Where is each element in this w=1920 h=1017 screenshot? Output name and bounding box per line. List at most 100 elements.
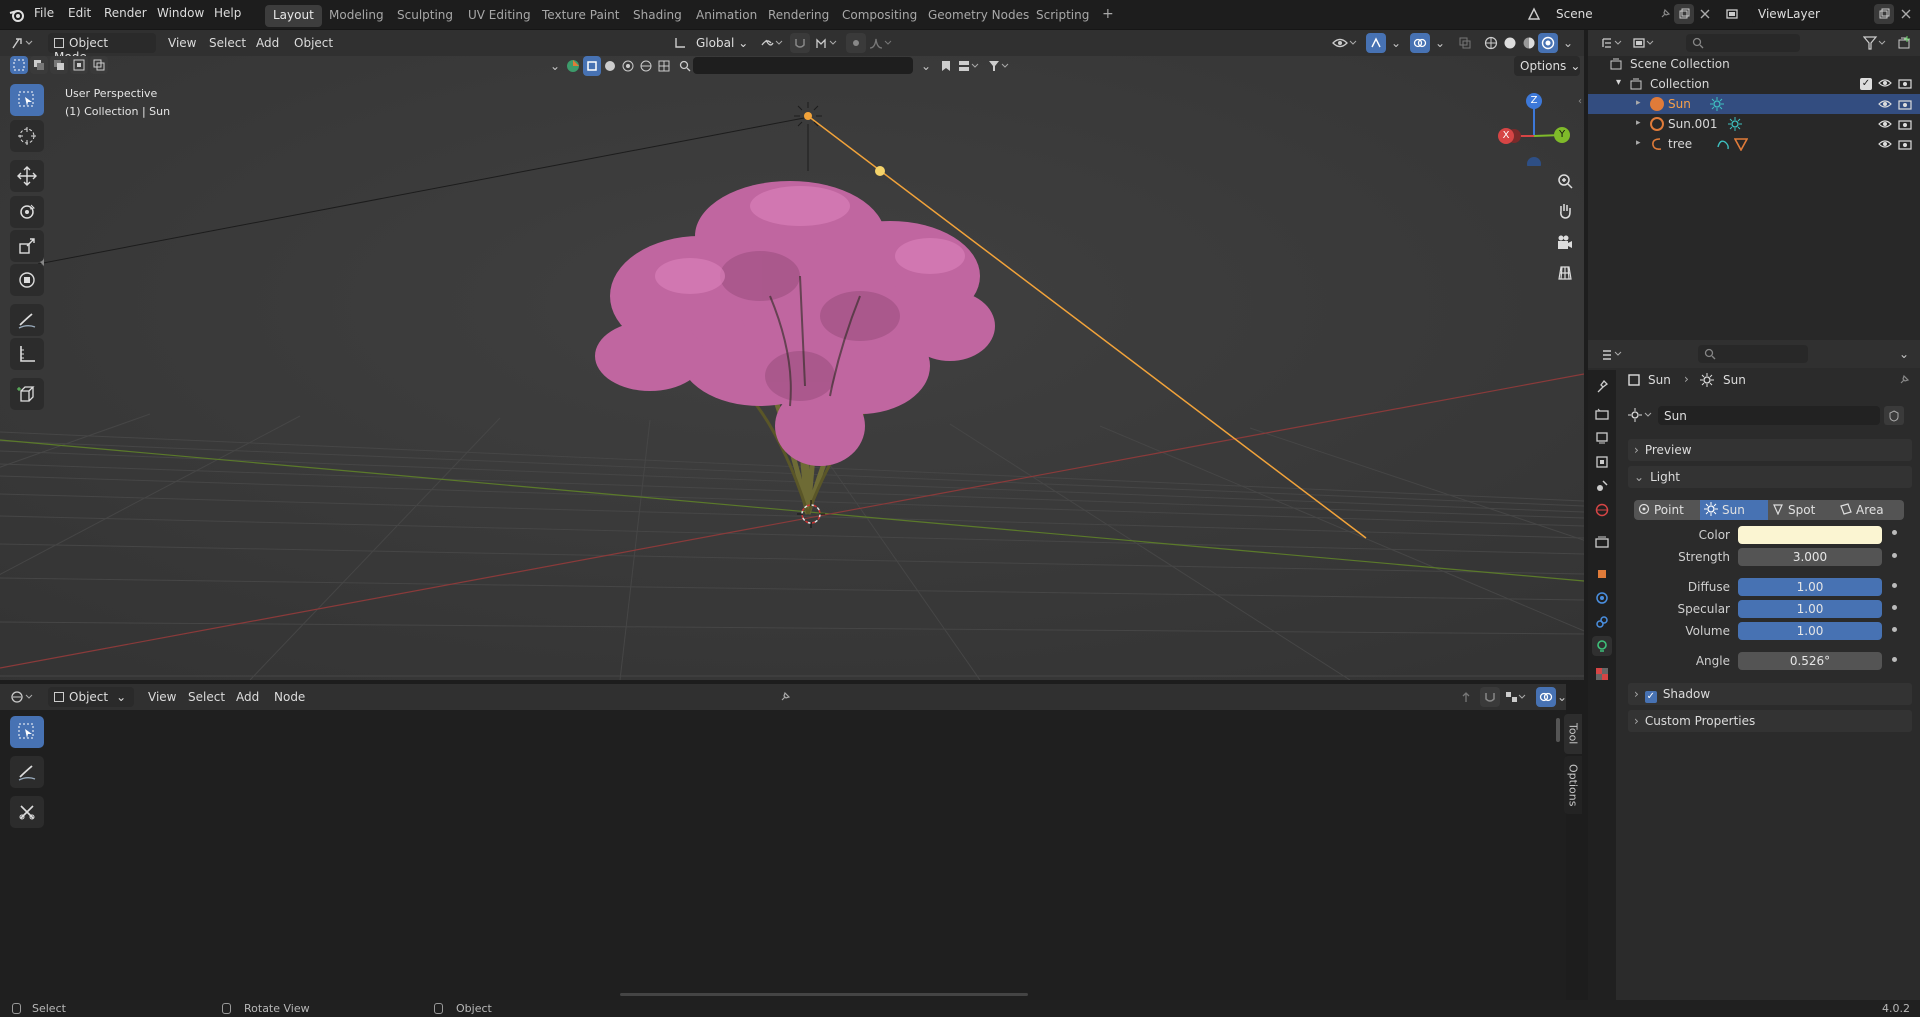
vp-menu-select[interactable]: Select [209, 36, 246, 50]
sidebar-toggle-icon[interactable]: ‹ [1578, 96, 1582, 107]
ne-tool-links-cut[interactable] [10, 796, 44, 828]
ne-horizontal-scrollbar[interactable] [620, 993, 1028, 996]
tab-rendering[interactable]: Rendering [760, 5, 837, 27]
transform-orientation-dropdown[interactable]: Global ⌄ [690, 33, 748, 53]
specular-slider[interactable]: 1.00 [1738, 600, 1882, 618]
delete-scene-icon[interactable] [1695, 4, 1715, 24]
rendered-shading-icon[interactable] [1538, 33, 1558, 53]
world-tab-icon[interactable] [1592, 500, 1612, 520]
bookmark-icon[interactable] [937, 56, 955, 76]
view-layer-field[interactable]: ViewLayer [1752, 4, 1872, 24]
collection-tab-icon[interactable] [1592, 532, 1612, 552]
keyframe-dot-icon[interactable] [1892, 605, 1897, 610]
properties-search-input[interactable] [1698, 345, 1808, 363]
tab-modeling[interactable]: Modeling [321, 5, 392, 27]
tab-compositing[interactable]: Compositing [834, 5, 925, 27]
tab-animation[interactable]: Animation [688, 5, 765, 27]
keyframe-dot-icon[interactable] [1892, 657, 1897, 662]
keyframe-dot-icon[interactable] [1892, 627, 1897, 632]
menu-render[interactable]: Render [104, 6, 147, 20]
output-tab-icon[interactable] [1592, 428, 1612, 448]
vp-menu-add[interactable]: Add [256, 36, 279, 50]
chevron-down-icon[interactable]: ⌄ [1430, 33, 1450, 53]
menu-window[interactable]: Window [157, 6, 204, 20]
angle-field[interactable]: 0.526° [1738, 652, 1882, 670]
shadow-checkbox[interactable]: ✓ [1644, 691, 1657, 703]
ne-tool-annotate[interactable] [10, 756, 44, 788]
outliner-row-sun[interactable]: ▸ Sun [1588, 94, 1920, 114]
snap-toggle-icon[interactable] [790, 33, 810, 53]
node-editor-type-icon[interactable] [8, 687, 38, 707]
select-mode-intersect-icon[interactable] [90, 56, 108, 74]
light-type-point[interactable]: Point [1634, 500, 1700, 520]
eye-icon[interactable] [1878, 98, 1892, 113]
texture-tab-icon[interactable] [1592, 664, 1612, 684]
tool-select-box[interactable] [10, 84, 44, 116]
outliner-editor-type-icon[interactable] [1598, 33, 1626, 53]
object-types-icon[interactable] [563, 56, 583, 76]
light-data-tab-icon[interactable] [1592, 636, 1612, 656]
navigation-gizmo[interactable]: Z X Y [1492, 86, 1572, 171]
light-type-area[interactable]: Area [1836, 500, 1904, 520]
scene-name-field[interactable]: Scene [1550, 4, 1670, 24]
expand-arrow-icon[interactable]: ▸ [1636, 138, 1641, 148]
strength-field[interactable]: 3.000 [1738, 548, 1882, 566]
menu-edit[interactable]: Edit [68, 6, 91, 20]
overlays-toggle-icon[interactable] [1410, 33, 1430, 53]
vp-menu-object[interactable]: Object [294, 36, 333, 50]
options-dropdown[interactable]: Options ⌄ [1514, 56, 1580, 76]
menu-help[interactable]: Help [214, 6, 241, 20]
visibility-filter-icon[interactable] [1330, 33, 1360, 53]
chevron-down-icon[interactable]: ⌄ [1386, 33, 1406, 53]
zoom-view-icon[interactable] [1552, 168, 1578, 194]
camera-render-icon[interactable] [1898, 98, 1912, 113]
solid-shading-icon[interactable] [1500, 33, 1520, 53]
wireframe-shading-icon[interactable] [1481, 33, 1501, 53]
eye-icon[interactable] [1878, 118, 1892, 133]
pin-icon[interactable] [1655, 4, 1675, 24]
new-view-layer-icon[interactable] [1874, 4, 1894, 24]
tool-tab-icon[interactable] [1592, 376, 1612, 396]
mode-selector[interactable]: Object Mode⌄ [48, 33, 156, 64]
gizmo-toggle-icon[interactable] [1366, 33, 1386, 53]
select-mode-invert-icon[interactable] [70, 56, 88, 74]
snap-element-icon[interactable] [1502, 687, 1530, 707]
new-scene-icon[interactable] [1674, 4, 1694, 24]
chevron-down-icon[interactable]: ⌄ [1558, 33, 1578, 53]
chevron-down-icon[interactable]: ⌄ [1556, 687, 1568, 707]
chevron-down-icon[interactable]: ⌄ [545, 56, 565, 76]
physics-tab-icon[interactable] [1592, 588, 1612, 608]
sort-icon[interactable] [955, 56, 983, 76]
tool-add-cube[interactable] [10, 378, 44, 410]
ne-menu-add[interactable]: Add [236, 690, 259, 704]
ne-menu-view[interactable]: View [148, 690, 176, 704]
keyframe-dot-icon[interactable] [1892, 530, 1897, 535]
render-tab-icon[interactable] [1592, 404, 1612, 424]
tab-geometry-nodes[interactable]: Geometry Nodes [920, 5, 1037, 27]
side-tab-tool[interactable]: Tool [1564, 714, 1582, 754]
collection-checkbox[interactable]: ✓ [1860, 78, 1872, 90]
chevron-down-icon[interactable]: ⌄ [1894, 344, 1914, 364]
pin-icon[interactable] [775, 687, 795, 707]
tool-measure[interactable] [10, 338, 44, 370]
filter-render-icon[interactable] [655, 56, 673, 76]
properties-editor-type-icon[interactable] [1598, 344, 1626, 364]
shader-node-editor[interactable] [0, 710, 1566, 1000]
gizmo-x-axis[interactable]: X [1498, 128, 1514, 144]
pan-view-icon[interactable] [1552, 198, 1578, 224]
filter-funnel-icon[interactable] [985, 56, 1013, 76]
gizmo-z-axis[interactable]: Z [1526, 93, 1542, 109]
delete-view-layer-icon[interactable] [1896, 4, 1916, 24]
view-layer-tab-icon[interactable] [1592, 452, 1612, 472]
new-collection-icon[interactable] [1894, 33, 1914, 53]
ne-menu-node[interactable]: Node [274, 690, 305, 704]
keyframe-dot-icon[interactable] [1892, 583, 1897, 588]
blender-logo-icon[interactable] [8, 6, 26, 24]
pin-icon[interactable] [1898, 374, 1910, 389]
tool-cursor[interactable] [10, 120, 44, 152]
outliner-row-collection[interactable]: ▾ Collection ✓ [1588, 74, 1920, 94]
panel-shadow[interactable]: › ✓ Shadow [1628, 683, 1912, 705]
diffuse-slider[interactable]: 1.00 [1738, 578, 1882, 596]
outliner-row-scene-collection[interactable]: Scene Collection [1588, 54, 1920, 74]
shader-type-dropdown[interactable]: Object ⌄ [48, 687, 134, 707]
